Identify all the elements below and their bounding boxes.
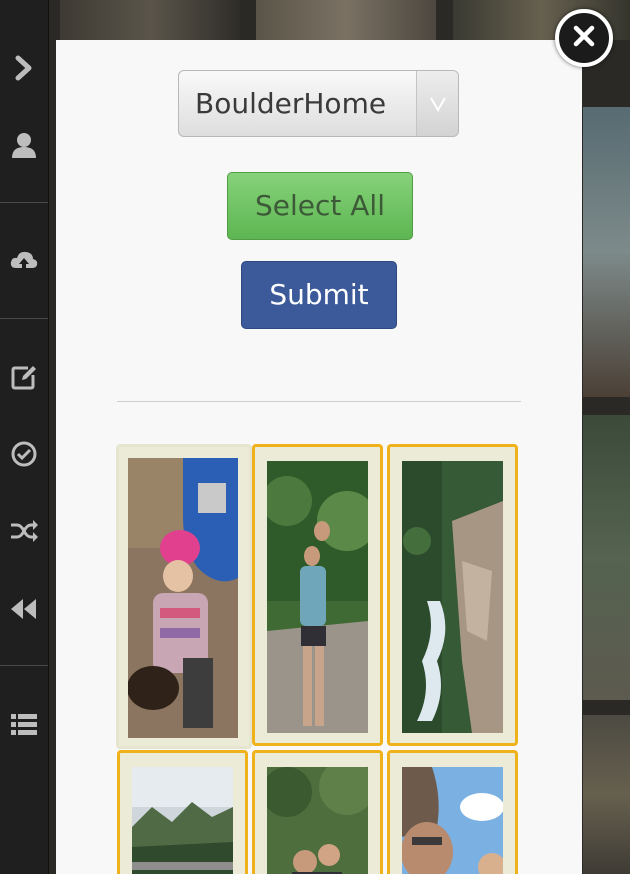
photo-image	[267, 767, 368, 874]
dropdown-arrow-icon[interactable]	[416, 71, 458, 136]
list-icon[interactable]	[0, 705, 48, 745]
background-photo	[60, 0, 240, 40]
photo-thumbnail[interactable]	[117, 750, 248, 874]
photo-image	[128, 458, 238, 738]
photo-image	[402, 461, 503, 733]
photo-thumbnail[interactable]	[387, 750, 518, 874]
edit-icon[interactable]	[0, 357, 48, 397]
divider	[117, 401, 521, 402]
shuffle-icon[interactable]	[0, 511, 48, 551]
album-select[interactable]: BoulderHome	[178, 70, 459, 137]
photo-thumbnail[interactable]	[116, 444, 252, 749]
close-button[interactable]	[555, 9, 613, 67]
sidebar	[0, 0, 49, 874]
cloud-upload-icon[interactable]	[0, 242, 48, 282]
chevron-right-icon[interactable]	[0, 48, 48, 88]
submit-button[interactable]: Submit	[241, 261, 397, 329]
check-circle-icon[interactable]	[0, 434, 48, 474]
close-icon	[571, 23, 597, 53]
photo-thumbnail[interactable]	[387, 444, 518, 746]
rewind-icon[interactable]	[0, 589, 48, 629]
background-photo	[256, 0, 436, 40]
photo-image	[402, 767, 503, 874]
album-select-value: BoulderHome	[195, 87, 387, 120]
user-icon[interactable]	[0, 125, 48, 165]
album-picker-modal: BoulderHome Select All Submit	[56, 40, 582, 874]
background-photo	[583, 715, 630, 874]
sidebar-divider	[0, 665, 48, 666]
photo-image	[132, 767, 233, 874]
photo-thumbnail[interactable]	[252, 750, 383, 874]
background-photo	[583, 415, 630, 700]
select-all-button[interactable]: Select All	[227, 172, 413, 240]
photo-thumbnail[interactable]	[252, 444, 383, 746]
sidebar-divider	[0, 318, 48, 319]
sidebar-divider	[0, 202, 48, 203]
background-photo	[583, 107, 630, 397]
photo-image	[267, 461, 368, 733]
